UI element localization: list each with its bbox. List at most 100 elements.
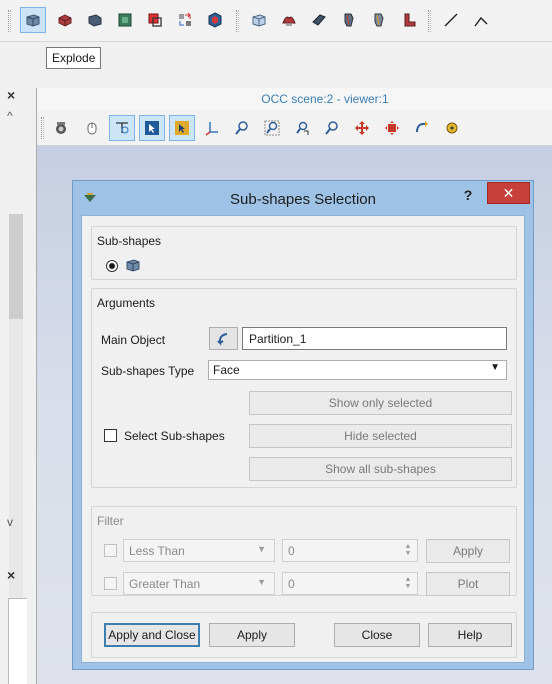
dock-close-icon[interactable]: × [7, 88, 21, 102]
greater-than-spinbox[interactable]: 0 ▲ ▼ [282, 572, 418, 595]
dump-view-button[interactable] [49, 115, 75, 141]
less-than-spinbox[interactable]: 0 ▲ ▼ [282, 539, 418, 562]
toolbar-grip-2[interactable] [236, 10, 239, 32]
close-button[interactable]: Close [334, 623, 420, 647]
greater-than-combo[interactable]: Greater Than ▼ [123, 572, 275, 595]
main-toolbar [0, 0, 552, 42]
partition-icon [252, 14, 266, 27]
rotation-point-button[interactable] [439, 115, 465, 141]
pan-button[interactable] [349, 115, 375, 141]
titlebar-help-button[interactable]: ? [455, 185, 481, 207]
toolbar-grip-3[interactable] [428, 10, 431, 32]
filter-group: Filter Less Than ▼ 0 ▲ ▼ Apply Greater Th… [91, 506, 517, 596]
line-button[interactable] [438, 7, 464, 33]
explode-icon [26, 14, 40, 27]
select-sub-shapes-checkbox[interactable] [104, 429, 117, 442]
object-browser-dock: × ^ v × [0, 84, 27, 684]
scroll-up-icon[interactable]: ^ [7, 110, 21, 122]
selection-preview-icon [175, 121, 189, 135]
chamfer-button[interactable] [336, 7, 362, 33]
archimede-button[interactable] [276, 7, 302, 33]
greater-than-value: 0 [288, 577, 295, 591]
spin-arrows-icon[interactable]: ▲ ▼ [404, 543, 412, 557]
zooming-style-button[interactable] [109, 115, 135, 141]
shell-button[interactable] [112, 7, 138, 33]
revolution-button[interactable] [396, 7, 422, 33]
boolean-button[interactable] [142, 7, 168, 33]
toolbar-grip[interactable] [8, 10, 11, 32]
transform-icon [179, 12, 191, 26]
zoom-button[interactable] [319, 115, 345, 141]
chevron-down-icon: ▼ [490, 362, 500, 373]
sphere-button[interactable] [202, 7, 228, 33]
fit-area-button[interactable] [259, 115, 285, 141]
less-than-checkbox[interactable] [104, 544, 117, 557]
show-all-sub-shapes-button[interactable]: Show all sub-shapes [249, 457, 512, 481]
extrusion-icon [374, 13, 384, 27]
fit-all-button[interactable] [229, 115, 255, 141]
box-icon [58, 14, 72, 27]
python-console-panel[interactable] [8, 598, 27, 684]
main-object-label: Main Object [101, 333, 166, 347]
trihedron-button[interactable] [199, 115, 225, 141]
titlebar-close-button[interactable]: ✕ [487, 182, 530, 204]
greater-than-label: Greater Than [129, 577, 201, 591]
explode-icon [126, 259, 140, 272]
scrollbar-track[interactable] [9, 319, 23, 599]
apply-button[interactable]: Apply [209, 623, 295, 647]
explode-button[interactable] [20, 7, 46, 33]
interaction-style-button[interactable] [79, 115, 105, 141]
viewer-toolbar-grip[interactable] [41, 117, 44, 139]
polyline-button[interactable] [468, 7, 494, 33]
dialog-body: Sub-shapes Arguments Main Object Partiti… [81, 215, 525, 663]
solid-button[interactable] [82, 7, 108, 33]
chamfer-icon [344, 13, 354, 27]
fit-all-icon [235, 121, 248, 135]
sub-shapes-type-combo[interactable]: Face ▼ [208, 360, 507, 380]
sub-shapes-selection-dialog: Sub-shapes Selection ? ✕ Sub-shapes Argu… [72, 180, 534, 670]
help-button[interactable]: Help [428, 623, 512, 647]
sub-shapes-type-label: Sub-shapes Type [101, 364, 195, 378]
scrollbar-thumb[interactable] [9, 214, 23, 319]
show-selection-button[interactable] [139, 115, 165, 141]
zoom-icon [325, 121, 338, 135]
sub-shapes-radio[interactable] [106, 260, 118, 272]
fit-selection-button[interactable] [289, 115, 315, 141]
fillet-button[interactable] [306, 7, 332, 33]
transform-button[interactable] [172, 7, 198, 33]
group-title-arguments: Arguments [97, 296, 156, 310]
chevron-down-icon: ▼ [257, 577, 266, 587]
pan-icon [355, 121, 369, 135]
main-object-select-button[interactable] [209, 327, 238, 350]
polyline-icon [474, 16, 488, 27]
rotate-button[interactable] [409, 115, 435, 141]
zooming-style-icon [116, 122, 129, 134]
select-arrow-icon [216, 332, 227, 346]
spin-arrows-icon[interactable]: ▲ ▼ [404, 576, 412, 590]
rotation-point-icon [446, 122, 458, 134]
revolution-icon [404, 13, 416, 27]
apply-filter-button[interactable]: Apply [426, 539, 510, 563]
plot-button[interactable]: Plot [426, 572, 510, 596]
box-button[interactable] [52, 7, 78, 33]
global-pan-button[interactable] [379, 115, 405, 141]
sub-shapes-type-value: Face [213, 363, 240, 377]
sphere-icon [208, 12, 222, 28]
partition-button[interactable] [246, 7, 272, 33]
show-selection-icon [145, 121, 159, 135]
less-than-value: 0 [288, 544, 295, 558]
selection-preview-button[interactable] [169, 115, 195, 141]
apply-and-close-button[interactable]: Apply and Close [104, 623, 200, 647]
dock-close-icon-2[interactable]: × [7, 568, 21, 582]
scroll-down-icon[interactable]: v [7, 516, 21, 528]
less-than-combo[interactable]: Less Than ▼ [123, 539, 275, 562]
show-only-selected-button[interactable]: Show only selected [249, 391, 512, 415]
hide-selected-button[interactable]: Hide selected [249, 424, 512, 448]
greater-than-checkbox[interactable] [104, 577, 117, 590]
line-icon [444, 13, 458, 27]
dialog-titlebar[interactable]: Sub-shapes Selection ? ✕ [73, 181, 533, 215]
less-than-label: Less Than [129, 544, 185, 558]
main-object-field[interactable]: Partition_1 [242, 327, 507, 350]
dump-view-icon [56, 122, 66, 134]
extrusion-button[interactable] [366, 7, 392, 33]
